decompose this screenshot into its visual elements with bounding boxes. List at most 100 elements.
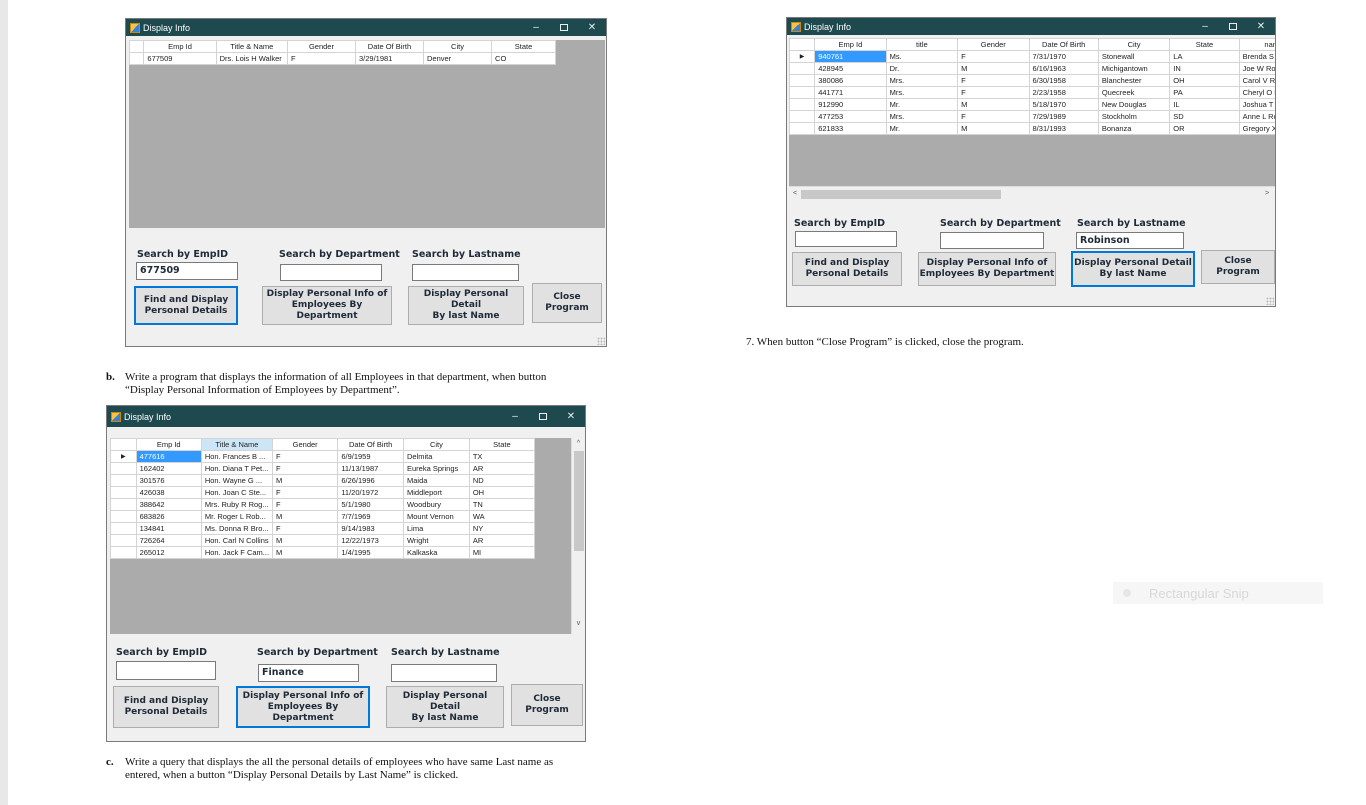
cell[interactable]: Stonewall (1097, 50, 1171, 63)
cell[interactable]: OH (468, 486, 536, 499)
cell[interactable]: IL (1169, 98, 1240, 111)
cell[interactable]: Lima (402, 522, 470, 535)
cell[interactable]: F (272, 462, 339, 475)
cell[interactable]: OH (1169, 74, 1240, 87)
employee-data-grid[interactable]: Emp Id Title & Name Gender Date Of Birth… (110, 438, 585, 634)
cell[interactable]: 9/14/1983 (337, 522, 404, 535)
cell[interactable]: ND (468, 474, 536, 487)
cell[interactable]: Gregory X Robi (1238, 122, 1275, 135)
display-by-department-button[interactable]: Display Personal Info of Employees By Dep… (236, 686, 370, 728)
cell[interactable]: 7/31/1970 (1028, 50, 1099, 63)
resize-grip[interactable] (597, 337, 605, 345)
cell[interactable]: 5/18/1970 (1028, 98, 1099, 111)
cell[interactable]: TN (468, 498, 536, 511)
vertical-scrollbar[interactable]: ^ v (571, 438, 585, 634)
resize-grip[interactable] (1266, 297, 1274, 305)
close-program-button[interactable]: Close Program (511, 684, 583, 726)
cell[interactable]: Dr. (885, 62, 959, 75)
col-header[interactable]: Gender (272, 438, 339, 451)
cell[interactable]: LA (1169, 50, 1240, 63)
row-header[interactable] (789, 62, 816, 75)
col-header[interactable]: Gender (957, 38, 1030, 51)
cell[interactable]: Mrs. Ruby R Rog... (200, 498, 274, 511)
col-header[interactable]: City (1097, 38, 1171, 51)
title-bar[interactable]: Display Info – ✕ (787, 18, 1275, 35)
cell[interactable]: M (272, 546, 339, 559)
find-display-personal-details-button[interactable]: Find and Display Personal Details (113, 686, 219, 728)
maximize-icon[interactable] (529, 406, 557, 427)
table-row[interactable]: ▶ 940761 Ms. F 7/31/1970 Stonewall LA Brenda S … (789, 50, 1275, 63)
empid-input[interactable] (116, 661, 216, 680)
cell[interactable]: MI (468, 546, 536, 559)
empid-input[interactable] (795, 231, 897, 247)
cell[interactable]: F (272, 450, 339, 463)
current-row-arrow-icon[interactable]: ▶ (110, 450, 137, 463)
cell[interactable]: Hon. Diana T Pet... (200, 462, 274, 475)
cell[interactable]: Delmita (402, 450, 470, 463)
table-row[interactable]: 441771Mrs.F2/23/1958QuecreekPACheryl O R… (789, 86, 1275, 99)
col-header[interactable]: Gender (286, 40, 356, 53)
cell[interactable]: F (286, 52, 356, 65)
col-header[interactable]: Emp Id (143, 40, 217, 53)
cell[interactable]: Hon. Jack F Cam... (200, 546, 274, 559)
scroll-left-icon[interactable]: < (791, 190, 799, 197)
row-header[interactable] (789, 110, 816, 123)
find-display-personal-details-button[interactable]: Find and Display Personal Details (792, 252, 902, 286)
row-header[interactable] (129, 52, 145, 65)
cell[interactable]: 7/29/1989 (1028, 110, 1099, 123)
cell[interactable]: Ms. (885, 50, 959, 63)
cell[interactable]: M (272, 474, 339, 487)
scroll-up-icon[interactable]: ^ (572, 440, 585, 447)
cell[interactable]: Bonanza (1097, 122, 1171, 135)
row-header[interactable] (110, 522, 137, 535)
row-header[interactable] (110, 510, 137, 523)
cell[interactable]: Wright (402, 534, 470, 547)
maximize-icon[interactable] (550, 19, 578, 36)
row-header[interactable] (789, 98, 816, 111)
cell[interactable]: Michigantown (1097, 62, 1171, 75)
col-header[interactable]: title (885, 38, 959, 51)
cell[interactable]: 12/22/1973 (337, 534, 404, 547)
cell[interactable]: 380086 (814, 74, 887, 87)
cell[interactable]: 477253 (814, 110, 887, 123)
close-icon[interactable]: ✕ (1247, 18, 1275, 35)
minimize-icon[interactable]: – (1191, 18, 1219, 35)
row-header[interactable] (110, 486, 137, 499)
cell[interactable]: F (957, 74, 1030, 87)
close-program-button[interactable]: Close Program (1201, 250, 1275, 284)
title-bar[interactable]: Display Info – ✕ (107, 406, 585, 427)
table-row[interactable]: 162402 Hon. Diana T Pet... F 11/13/1987 Eure… (110, 462, 536, 475)
scroll-thumb[interactable] (574, 451, 584, 551)
cell[interactable]: 426038 (135, 486, 202, 499)
table-row[interactable]: 683826 Mr. Roger L Rob... M 7/7/1969 Mount V… (110, 510, 536, 523)
cell[interactable]: 388642 (135, 498, 202, 511)
col-header[interactable]: Title & Name (200, 438, 274, 451)
row-header[interactable] (789, 74, 816, 87)
cell[interactable]: 683826 (135, 510, 202, 523)
cell[interactable]: F (957, 110, 1030, 123)
cell[interactable]: TX (468, 450, 536, 463)
cell[interactable]: Stockholm (1097, 110, 1171, 123)
cell[interactable]: F (272, 486, 339, 499)
cell[interactable]: 134841 (135, 522, 202, 535)
scroll-right-icon[interactable]: > (1263, 190, 1271, 197)
row-header[interactable] (110, 474, 137, 487)
col-header[interactable]: State (468, 438, 536, 451)
cell[interactable]: Mrs. (885, 74, 959, 87)
cell[interactable]: M (957, 98, 1030, 111)
horizontal-scrollbar[interactable]: < > (789, 186, 1275, 202)
minimize-icon[interactable]: – (522, 19, 550, 36)
cell[interactable]: Joe W Robinso (1238, 62, 1275, 75)
employee-data-grid[interactable]: Emp Id title Gender Date Of Birth City S… (789, 38, 1275, 202)
table-row[interactable]: 477253Mrs.F7/29/1989StockholmSDAnne L Ro… (789, 110, 1275, 123)
cell[interactable]: Mr. (885, 98, 959, 111)
table-row[interactable]: 726264 Hon. Carl N Collins M 12/22/1973 Wrig… (110, 534, 536, 547)
cell[interactable]: Joshua T Robir (1238, 98, 1275, 111)
cell[interactable]: 162402 (135, 462, 202, 475)
minimize-icon[interactable]: – (501, 406, 529, 427)
table-row[interactable]: 380086 Mrs. F 6/30/1958 Blanchester OH Carol V… (789, 74, 1275, 87)
cell[interactable]: 3/29/1981 (354, 52, 425, 65)
cell[interactable]: Brenda S Robir (1238, 50, 1275, 63)
department-input[interactable] (940, 232, 1044, 249)
cell[interactable]: AR (468, 534, 536, 547)
